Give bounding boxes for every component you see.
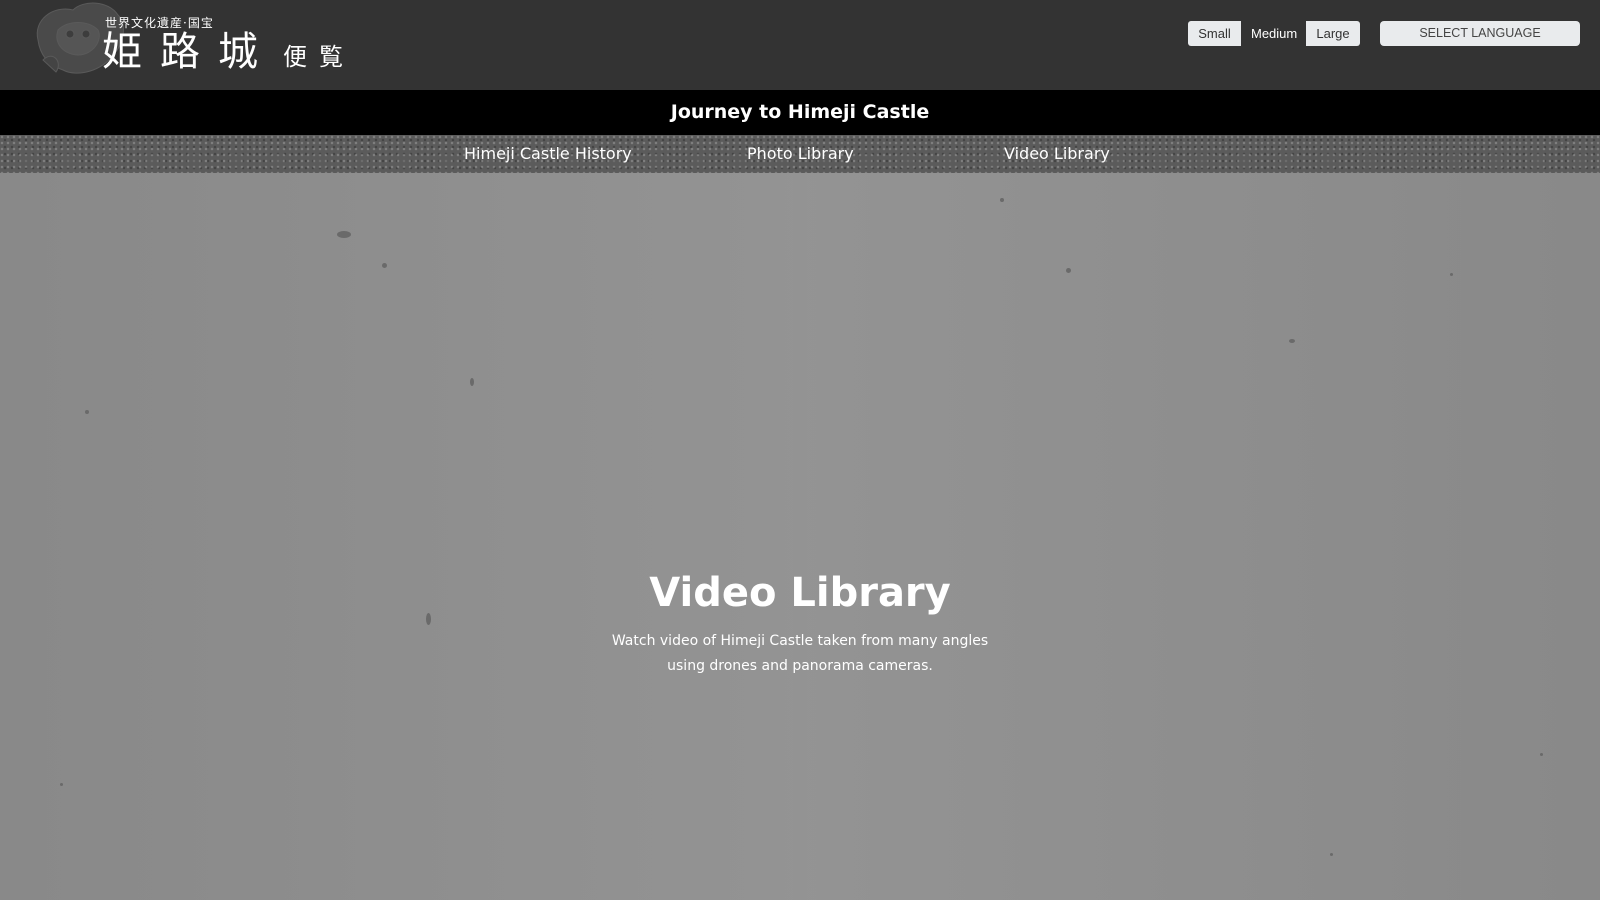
nav-item-history[interactable]: Himeji Castle History [464, 135, 632, 173]
font-size-switcher: Small Medium Large [1188, 21, 1360, 46]
hero-title: Video Library [649, 570, 951, 616]
title-bar: Journey to Himeji Castle [0, 90, 1600, 135]
hero-section: Video Library Watch video of Himeji Cast… [0, 173, 1600, 900]
site-header: 世界文化遺産·国宝 姫路城 便覧 Small Medium Large SELE… [0, 0, 1600, 90]
hero-description-line-2: using drones and panorama cameras. [667, 658, 933, 674]
nav-item-photo-library[interactable]: Photo Library [747, 135, 854, 173]
site-logo[interactable]: 世界文化遺産·国宝 姫路城 便覧 [28, 0, 368, 90]
logo-name-small: 便覧 [283, 43, 355, 71]
font-size-large-button[interactable]: Large [1306, 21, 1360, 46]
hero-description: Watch video of Himeji Castle taken from … [560, 629, 1040, 679]
language-select[interactable]: SELECT LANGUAGE [1380, 21, 1580, 46]
main-nav: Himeji Castle History Photo Library Vide… [0, 135, 1600, 173]
font-size-small-button[interactable]: Small [1188, 21, 1241, 46]
font-size-medium-button[interactable]: Medium [1241, 21, 1306, 46]
site-title[interactable]: Journey to Himeji Castle [671, 90, 929, 135]
nav-item-video-library[interactable]: Video Library [1004, 135, 1110, 173]
logo-name-main: 姫路城 [102, 29, 276, 75]
hero-description-line-1: Watch video of Himeji Castle taken from … [611, 633, 989, 649]
